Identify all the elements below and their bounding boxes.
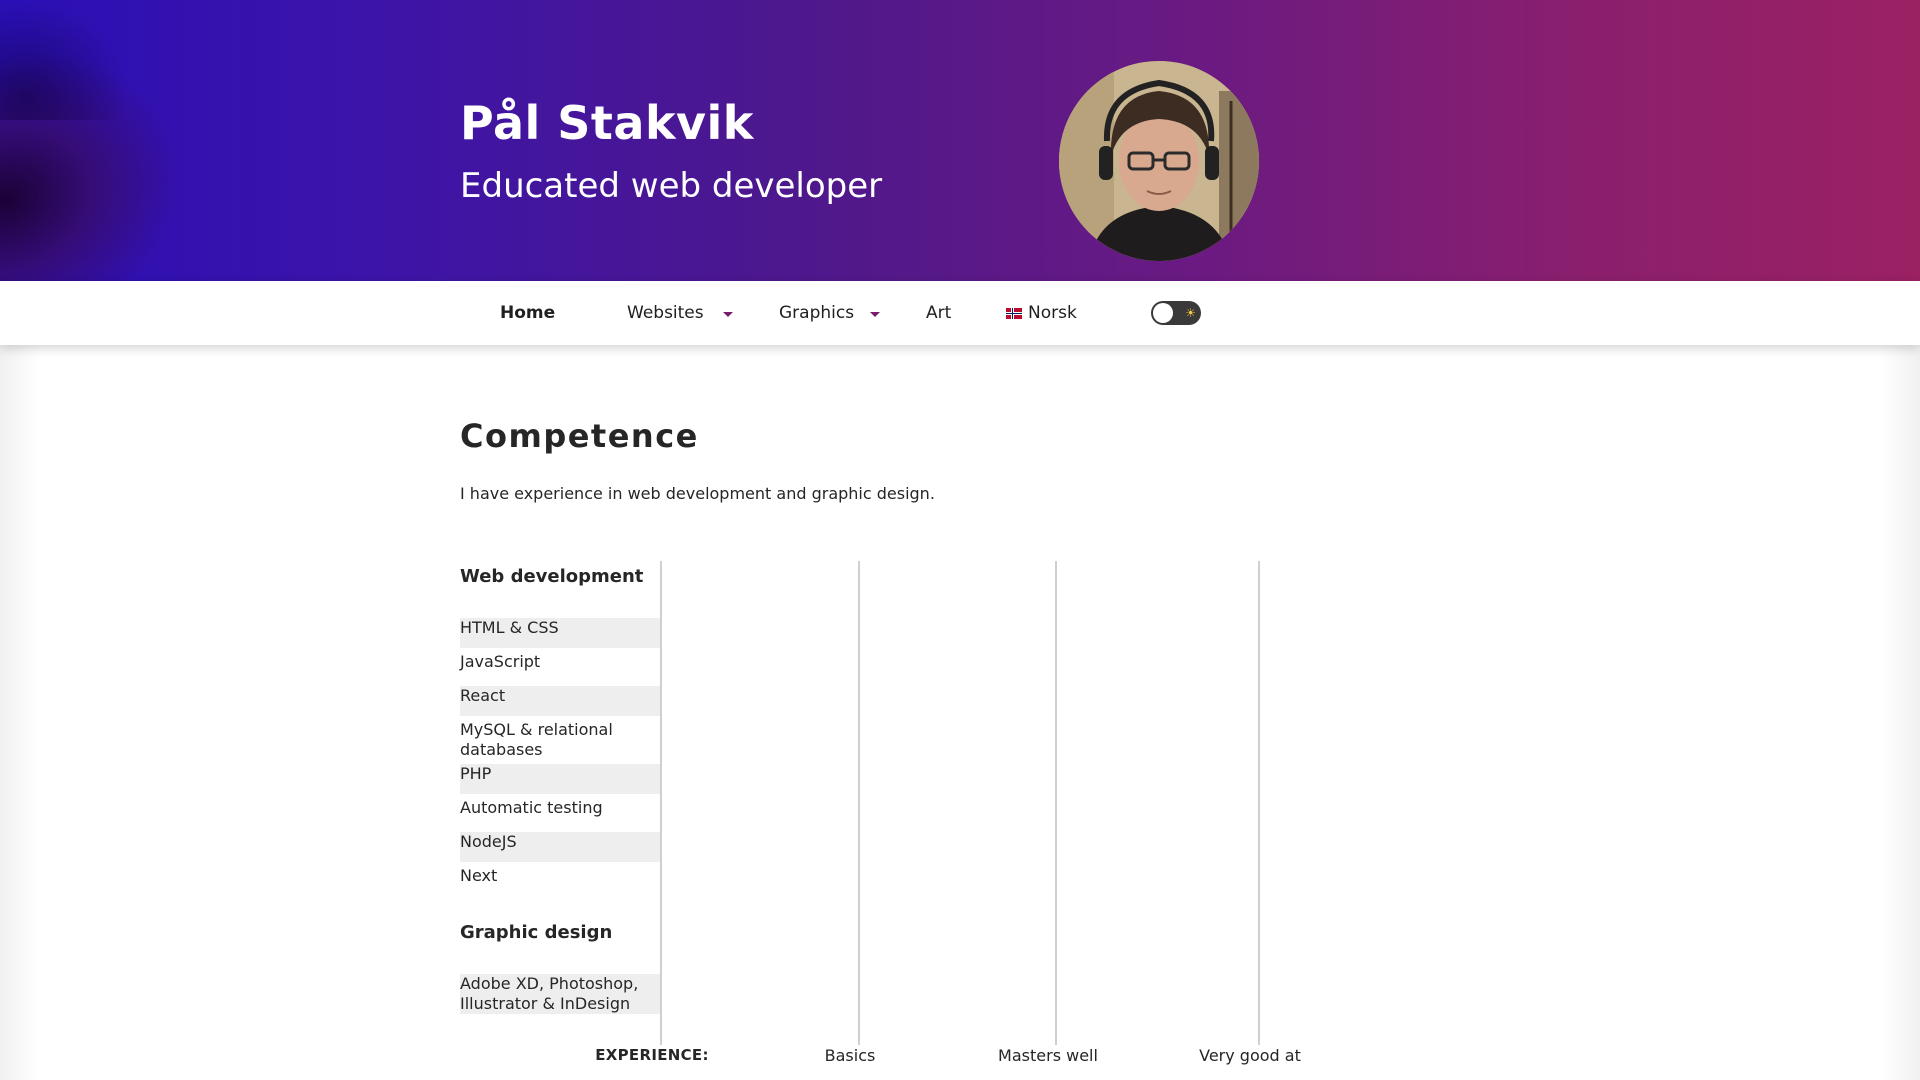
scale-line-masters-well	[1055, 561, 1057, 1045]
sun-icon: ☀	[1185, 306, 1196, 320]
skill-row: Next	[460, 866, 498, 885]
nav-websites[interactable]: Websites	[627, 281, 704, 345]
nav-art[interactable]: Art	[926, 281, 951, 345]
theme-toggle[interactable]: ☀	[1151, 301, 1201, 325]
experience-scale-heading: EXPERIENCE:	[595, 1046, 709, 1064]
scale-label-masters-well: Masters well	[998, 1046, 1098, 1065]
nav-graphics[interactable]: Graphics	[779, 281, 854, 345]
norway-flag-icon	[1006, 308, 1022, 319]
skill-row: Adobe XD, Photoshop, Illustrator & InDes…	[460, 974, 660, 1014]
hero-header: Pål Stakvik Educated web developer	[0, 0, 1920, 281]
skill-row: React	[460, 686, 660, 716]
page-title: Pål Stakvik	[460, 96, 754, 150]
content-shadow-left	[0, 345, 40, 1080]
scale-label-basics: Basics	[824, 1046, 876, 1065]
skill-row: PHP	[460, 764, 660, 794]
competence-intro: I have experience in web development and…	[460, 484, 935, 503]
skill-row: NodeJS	[460, 832, 660, 862]
main-nav: Home Websites Graphics Art Norsk	[0, 281, 1920, 345]
chevron-down-icon[interactable]	[870, 312, 880, 317]
skill-row: Automatic testing	[460, 798, 603, 817]
skill-row: HTML & CSS	[460, 618, 660, 648]
scale-divider	[660, 561, 662, 1045]
scale-line-basics	[858, 561, 860, 1045]
scale-label-very-good-at: Very good at	[1199, 1046, 1301, 1065]
skill-row: MySQL & relational databases	[460, 720, 613, 759]
nav-language-label: Norsk	[1028, 303, 1077, 323]
skill-row: JavaScript	[460, 652, 541, 671]
nav-language-switch[interactable]: Norsk	[1006, 281, 1077, 345]
main-content	[0, 345, 1920, 1080]
page-subtitle: Educated web developer	[460, 166, 883, 206]
nav-home[interactable]: Home	[500, 281, 555, 345]
content-shadow-right	[1880, 345, 1920, 1080]
avatar-portrait-image	[1059, 61, 1259, 261]
group-title-graphic-design: Graphic design	[460, 922, 613, 943]
brush-stroke-decoration	[0, 0, 130, 120]
avatar	[1059, 61, 1259, 261]
chevron-down-icon[interactable]	[723, 312, 733, 317]
group-title-web-development: Web development	[460, 566, 644, 587]
toggle-knob	[1153, 303, 1173, 323]
scale-line-very-good-at	[1258, 561, 1260, 1045]
competence-heading: Competence	[460, 417, 699, 455]
